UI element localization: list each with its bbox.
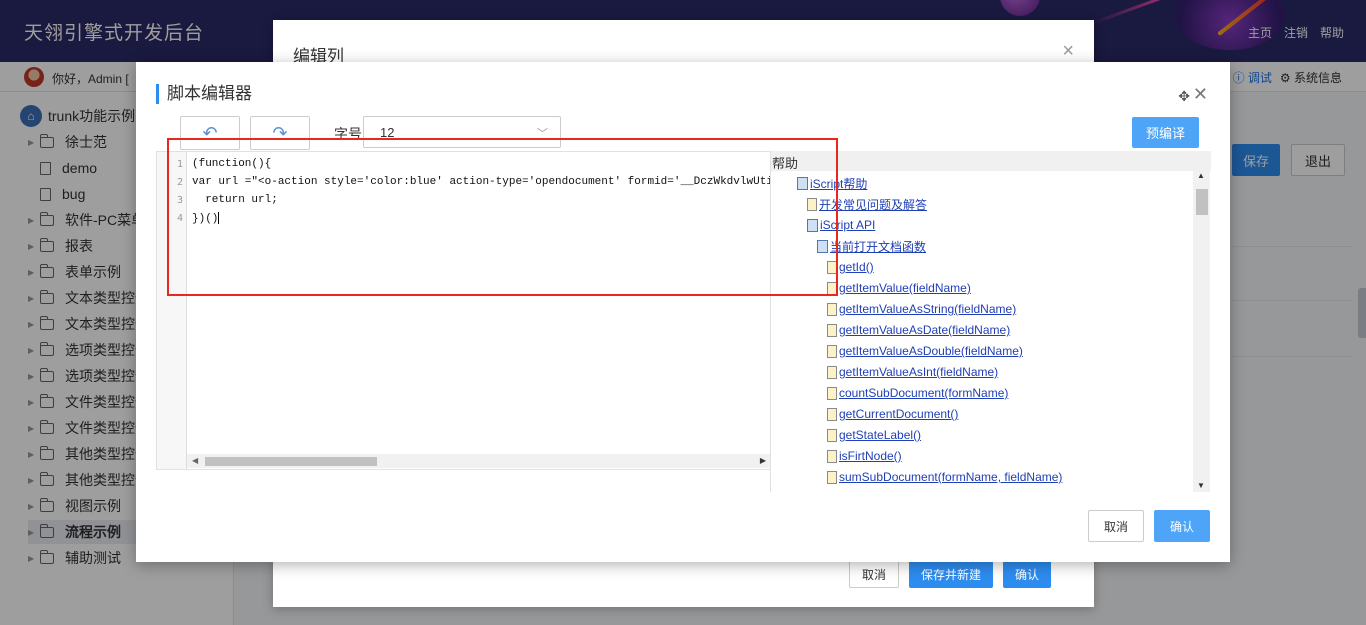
help-link[interactable]: getId(): [839, 260, 874, 274]
help-link[interactable]: 当前打开文档函数: [830, 238, 926, 255]
save-and-new-button[interactable]: 保存并新建: [909, 560, 994, 588]
document-icon: [827, 449, 837, 463]
scroll-right-icon[interactable]: ▶: [760, 456, 766, 465]
horizontal-scrollbar[interactable]: ◀ ▶: [187, 454, 770, 468]
help-tree-item[interactable]: getCurrentDocument(): [827, 404, 958, 424]
help-link[interactable]: getItemValueAsDate(fieldName): [839, 323, 1010, 337]
document-icon: [827, 323, 837, 337]
move-icon[interactable]: ✥: [1178, 88, 1190, 105]
help-tree-item[interactable]: getStateLabel(): [827, 425, 921, 445]
help-link[interactable]: getItemValueAsInt(fieldName): [839, 365, 998, 379]
help-link[interactable]: countSubDocument(formName): [839, 386, 1008, 400]
scroll-left-icon[interactable]: ◀: [192, 456, 198, 465]
vertical-scrollbar[interactable]: ▲ ▼: [1193, 171, 1210, 492]
help-tree-item[interactable]: getItemValue(fieldName): [827, 278, 971, 298]
scroll-up-icon[interactable]: ▲: [1197, 171, 1205, 180]
precompile-button[interactable]: 预编译: [1132, 117, 1199, 148]
edit-column-footer: 取消 保存并新建 确认: [849, 560, 1052, 588]
help-link[interactable]: sumSubDocument(formName, fieldName): [839, 470, 1062, 484]
close-icon[interactable]: ✕: [1193, 84, 1208, 105]
document-icon: [827, 302, 837, 316]
help-link[interactable]: getItemValueAsDouble(fieldName): [839, 344, 1023, 358]
script-editor-title: 脚本编辑器: [156, 84, 252, 104]
help-link[interactable]: isFirtNode(): [839, 449, 902, 463]
document-icon: [827, 407, 837, 421]
scrollbar-thumb[interactable]: [1196, 189, 1208, 215]
help-tree-item[interactable]: sumSubDocument(formName, fieldName): [827, 467, 1062, 487]
document-icon: [827, 428, 837, 442]
help-link[interactable]: getCurrentDocument(): [839, 407, 958, 421]
edit-confirm-button[interactable]: 确认: [1003, 560, 1052, 588]
cancel-button[interactable]: 取消: [1088, 510, 1144, 542]
document-icon: [827, 386, 837, 400]
help-link[interactable]: getItemValueAsString(fieldName): [839, 302, 1016, 316]
close-icon[interactable]: ×: [1062, 40, 1074, 63]
scroll-down-icon[interactable]: ▼: [1197, 481, 1205, 490]
help-tree-item[interactable]: countSubDocument(formName): [827, 383, 1008, 403]
document-icon: [827, 344, 837, 358]
edit-cancel-button[interactable]: 取消: [849, 560, 900, 588]
script-editor-dialog: 脚本编辑器 ✥ ✕ ↶ ↷ 字号 12 ﹀ 预编译 1 2 3 4 (funct…: [136, 62, 1230, 562]
help-link[interactable]: getStateLabel(): [839, 428, 921, 442]
help-tree-item[interactable]: getItemValueAsInt(fieldName): [827, 362, 998, 382]
help-tree-item[interactable]: getItemValueAsString(fieldName): [827, 299, 1016, 319]
scrollbar-thumb[interactable]: [205, 457, 377, 466]
help-tree-item[interactable]: isFirtNode(): [827, 446, 902, 466]
document-icon: [827, 365, 837, 379]
help-tree-item[interactable]: getItemValueAsDate(fieldName): [827, 320, 1010, 340]
help-tree-item[interactable]: getItemValueAsDouble(fieldName): [827, 341, 1023, 361]
document-icon: [827, 470, 837, 484]
confirm-button[interactable]: 确认: [1154, 510, 1210, 542]
help-link[interactable]: getItemValue(fieldName): [839, 281, 971, 295]
highlight-box: [167, 138, 838, 296]
